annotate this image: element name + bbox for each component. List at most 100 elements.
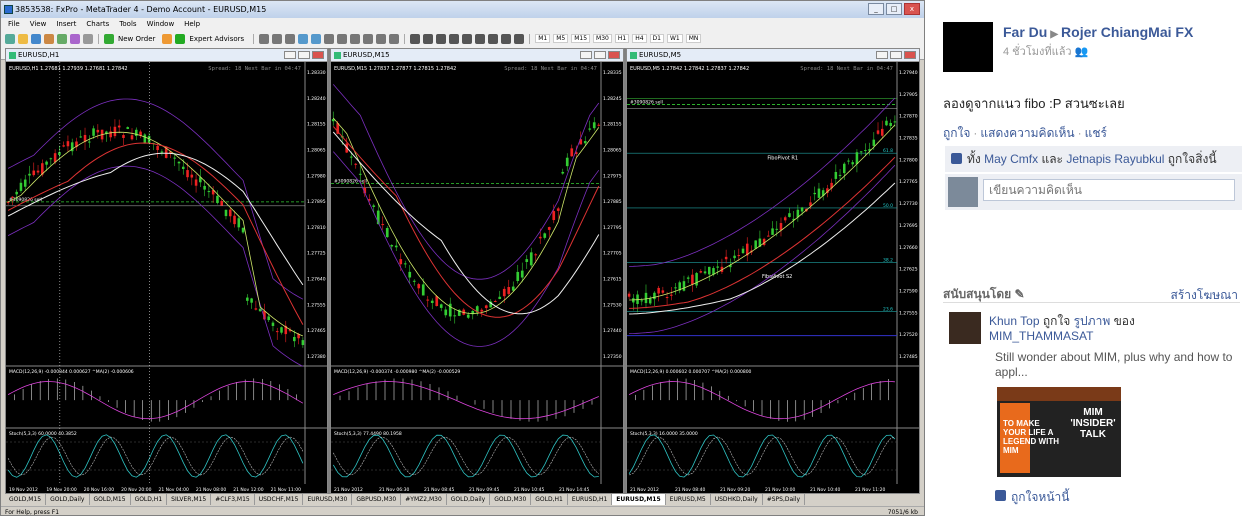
timeframe-d1[interactable]: D1	[649, 34, 664, 43]
menu-help[interactable]: Help	[184, 18, 200, 30]
vertical-line-icon[interactable]	[436, 33, 447, 44]
expert-advisors-icon[interactable]	[175, 33, 186, 44]
timeframe-h4[interactable]: H4	[632, 34, 647, 43]
periods-icon[interactable]	[376, 33, 387, 44]
timeframe-m1[interactable]: M1	[535, 34, 551, 43]
candlestick-icon[interactable]	[272, 33, 283, 44]
minimize-button[interactable]	[284, 51, 296, 59]
chart-window-eurusd-m5[interactable]: EURUSD,M5 EURUSD,M5 1.27842 1.27842 1.27…	[626, 48, 920, 494]
minimize-button[interactable]: _	[868, 3, 884, 15]
chart-tab[interactable]: EURUSD,M15	[612, 494, 666, 505]
share-link[interactable]: แชร์	[1085, 126, 1107, 140]
close-button[interactable]	[608, 51, 620, 59]
text-tool-icon[interactable]	[501, 33, 512, 44]
zoom-in-icon[interactable]	[298, 33, 309, 44]
ad-image[interactable]: TO MAKE YOUR LIFE A LEGEND WITH MIM MIM …	[997, 387, 1121, 477]
minimize-button[interactable]	[580, 51, 592, 59]
eurusd-m5-chart[interactable]: EURUSD,M5 1.27842 1.27842 1.27837 1.2784…	[627, 62, 919, 493]
chart-tab[interactable]: #CLF3,M15	[211, 494, 255, 505]
chart-tab[interactable]: USDHKD,Daily	[711, 494, 763, 505]
maximize-button[interactable]	[594, 51, 606, 59]
comment-input[interactable]: เขียนความคิดเห็น	[983, 179, 1235, 201]
menu-view[interactable]: View	[30, 18, 47, 30]
chart-tab[interactable]: EURUSD,M5	[666, 494, 711, 505]
chart-tab[interactable]: SILVER,M15	[167, 494, 212, 505]
metaeditor-icon[interactable]	[162, 33, 173, 44]
new-order-button[interactable]: New Order	[118, 35, 155, 43]
eurusd-m15-chart[interactable]: EURUSD,M15 1.27837 1.27877 1.27815 1.278…	[331, 62, 623, 493]
chart-tab[interactable]: #SPS,Daily	[763, 494, 806, 505]
chart-tab[interactable]: #YMZ2,M30	[401, 494, 447, 505]
menu-charts[interactable]: Charts	[86, 18, 109, 30]
zoom-out-icon[interactable]	[311, 33, 322, 44]
ad-text[interactable]: Still wonder about MIM, plus why and how…	[995, 350, 1235, 380]
navigator-icon[interactable]	[57, 33, 67, 44]
ad-user-link[interactable]: Khun Top	[989, 314, 1040, 328]
data-window-icon[interactable]	[44, 33, 54, 44]
chart-tab[interactable]: GOLD,Daily	[447, 494, 491, 505]
author-link[interactable]: Far Du	[1003, 24, 1047, 40]
expert-advisors-button[interactable]: Expert Advisors	[189, 35, 244, 43]
arrow-tool-icon[interactable]	[514, 33, 525, 44]
maximize-button[interactable]	[890, 51, 902, 59]
ad-user-avatar[interactable]	[949, 312, 981, 344]
templates-icon[interactable]	[389, 33, 400, 44]
like-page-link[interactable]: ถูกใจหน้านี้	[995, 488, 1069, 507]
timeframe-mn[interactable]: MN	[685, 34, 702, 43]
maximize-button[interactable]	[298, 51, 310, 59]
timeframe-m5[interactable]: M5	[553, 34, 569, 43]
close-button[interactable]	[312, 51, 324, 59]
liker-link[interactable]: May Cmfx	[984, 152, 1038, 166]
timeframe-m15[interactable]: M15	[571, 34, 591, 43]
ad-page-link[interactable]: MIM_THAMMASAT	[989, 329, 1093, 343]
ad-photo-link[interactable]: รูปภาพ	[1074, 314, 1111, 328]
crosshair-icon[interactable]	[423, 33, 434, 44]
close-button[interactable]: x	[904, 3, 920, 15]
chart-tab[interactable]: GOLD,H1	[131, 494, 168, 505]
indicators-icon[interactable]	[363, 33, 374, 44]
autoscroll-icon[interactable]	[337, 33, 348, 44]
author-avatar[interactable]	[943, 22, 993, 72]
terminal-icon[interactable]	[70, 33, 80, 44]
menu-tools[interactable]: Tools	[119, 18, 136, 30]
eurusd-h1-chart[interactable]: EURUSD,H1 1.27681 1.27939 1.27681 1.2784…	[6, 62, 327, 493]
chart-tab[interactable]: GOLD,Daily	[46, 494, 90, 505]
minimize-button[interactable]	[876, 51, 888, 59]
timeframe-h1[interactable]: H1	[614, 34, 630, 43]
tile-windows-icon[interactable]	[324, 33, 335, 44]
horizontal-line-icon[interactable]	[449, 33, 460, 44]
trendline-icon[interactable]	[462, 33, 473, 44]
menu-insert[interactable]: Insert	[56, 18, 76, 30]
strategy-tester-icon[interactable]	[83, 33, 93, 44]
chart-tab[interactable]: GOLD,M15	[90, 494, 131, 505]
market-watch-icon[interactable]	[31, 33, 41, 44]
chart-window-eurusd-h1[interactable]: EURUSD,H1 EURUSD,H1 1.27681 1.27939 1.27…	[5, 48, 328, 494]
chart-shift-icon[interactable]	[350, 33, 361, 44]
chart-tab[interactable]: GOLD,H1	[531, 494, 568, 505]
chart-tab[interactable]: GOLD,M30	[490, 494, 532, 505]
timeframe-m30[interactable]: M30	[593, 34, 612, 43]
new-order-icon[interactable]	[104, 33, 114, 44]
group-link[interactable]: Rojer ChiangMai FX	[1061, 24, 1193, 40]
line-chart-icon[interactable]	[285, 33, 296, 44]
chart-tab[interactable]: GOLD,M15	[5, 494, 47, 505]
chart-tab[interactable]: EURUSD,M30	[303, 494, 353, 505]
chart-tab[interactable]: GBPUSD,M30	[352, 494, 402, 505]
bar-chart-icon[interactable]	[259, 33, 270, 44]
fibonacci-icon[interactable]	[488, 33, 499, 44]
timeframe-w1[interactable]: W1	[666, 34, 683, 43]
chart-tab[interactable]: USDCHF,M15	[255, 494, 304, 505]
like-link[interactable]: ถูกใจ	[943, 126, 970, 140]
menu-file[interactable]: File	[8, 18, 20, 30]
close-button[interactable]	[904, 51, 916, 59]
cursor-icon[interactable]	[410, 33, 421, 44]
liker-link[interactable]: Jetnapis Rayubkul	[1066, 152, 1164, 166]
equidistant-channel-icon[interactable]	[475, 33, 486, 44]
chart-window-eurusd-m15[interactable]: EURUSD,M15 EURUSD,M15 1.27837 1.27877 1.…	[330, 48, 624, 494]
maximize-button[interactable]: □	[886, 3, 902, 15]
open-profile-icon[interactable]	[18, 33, 28, 44]
menu-window[interactable]: Window	[147, 18, 175, 30]
chart-tab[interactable]: EURUSD,H1	[568, 494, 613, 505]
post-time[interactable]: 4 ชั่วโมงที่แล้ว 👥	[1003, 42, 1088, 60]
new-chart-icon[interactable]	[5, 33, 15, 44]
